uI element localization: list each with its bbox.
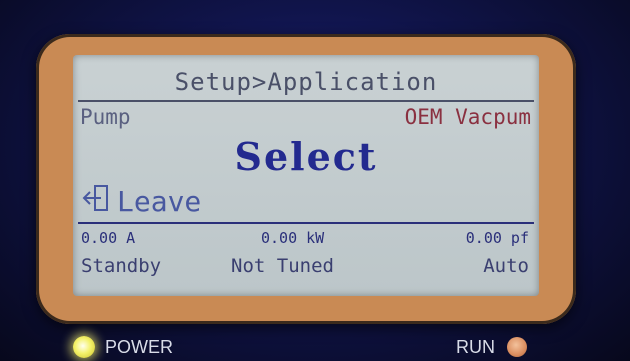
tuning-status: Not Tuned	[231, 255, 334, 277]
title-divider	[78, 100, 534, 102]
power-readout: 0.00 kW	[261, 229, 325, 247]
state-status: Standby	[81, 255, 162, 277]
lcd-screen: Setup>Application Pump OEM Vacpum Select…	[73, 55, 539, 296]
status-divider	[78, 222, 534, 224]
power-label: POWER	[105, 337, 174, 357]
leave-label: Leave	[117, 185, 202, 218]
power-led	[73, 336, 95, 358]
mode-status: Auto	[483, 255, 529, 277]
run-label: RUN	[456, 337, 495, 357]
run-led	[507, 337, 527, 357]
pump-label: Pump	[80, 105, 131, 129]
screen-title: Setup>Application	[174, 68, 438, 96]
select-option[interactable]: Select	[73, 134, 539, 179]
power-factor-readout: 0.00 pf	[465, 229, 529, 247]
leave-option[interactable]: Leave	[81, 183, 201, 220]
pump-value: OEM Vacpum	[404, 105, 531, 129]
current-readout: 0.00 A	[81, 229, 136, 247]
leave-icon	[81, 183, 117, 220]
